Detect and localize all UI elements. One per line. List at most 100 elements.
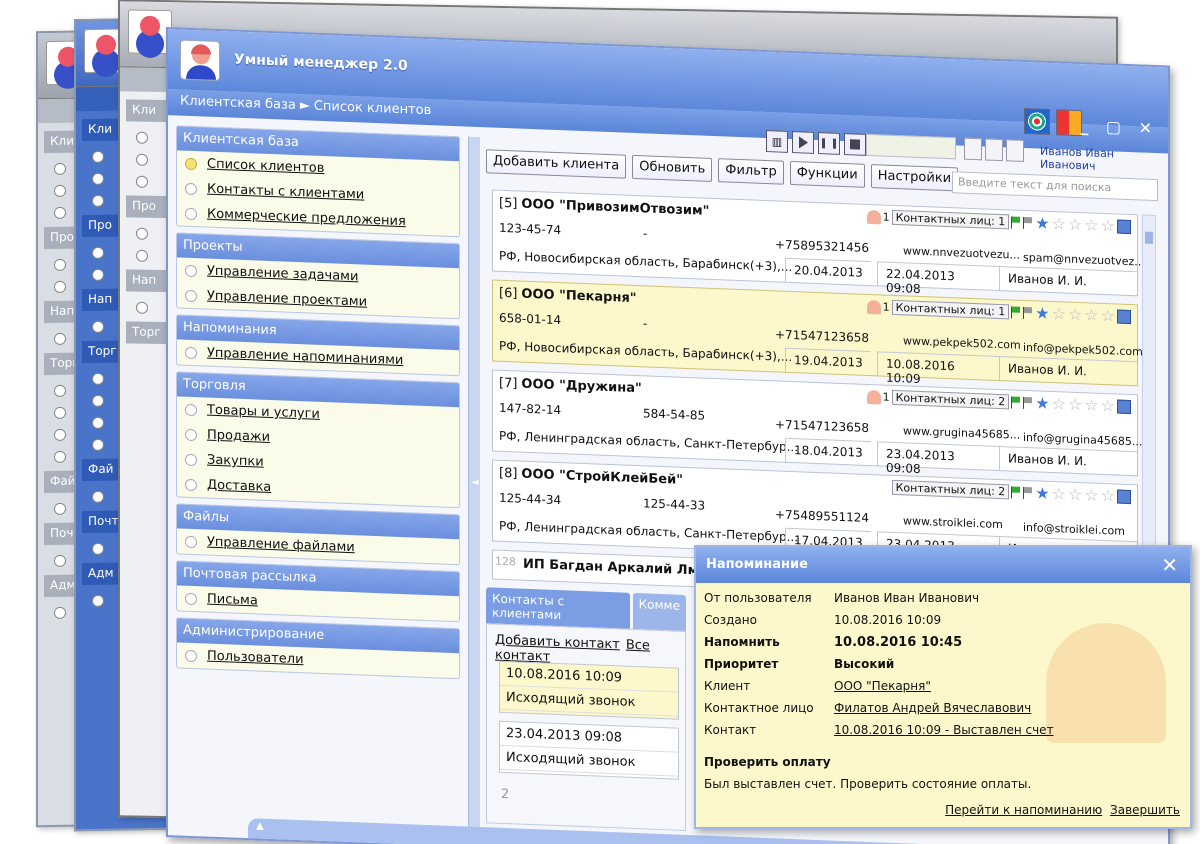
flag-icon[interactable] — [1023, 216, 1034, 229]
settings-button[interactable]: Настройки — [870, 164, 959, 192]
star-icon[interactable]: ★ — [1035, 303, 1049, 323]
edit-icon[interactable] — [1117, 399, 1131, 414]
contact-link[interactable]: 10.08.2016 10:09 - Выставлен счет — [834, 723, 1054, 737]
client-card-selected[interactable]: [6] ООО "Пекарня" 1 Контактных лиц: 1 ★ ☆ ☆… — [492, 279, 1143, 387]
star-icon[interactable]: ☆ — [1101, 485, 1115, 505]
phone: 123-45-74 — [499, 220, 562, 238]
star-icon[interactable]: ☆ — [1068, 214, 1082, 234]
flag-icon[interactable] — [1023, 396, 1034, 409]
client-card[interactable]: [5] ООО "ПривозимОтвозим" 1 Контактных ли… — [492, 189, 1145, 297]
field-label: Контактное лицо — [704, 701, 814, 715]
contact-person-link[interactable]: Филатов Андрей Вячеславович — [834, 701, 1031, 715]
star-icon[interactable]: ★ — [1035, 393, 1049, 413]
reminder-popup: Напоминание ✕ От пользователя Иванов Ива… — [694, 545, 1192, 829]
breadcrumb-current: Список клиентов — [313, 98, 432, 119]
edit-icon[interactable] — [1117, 219, 1131, 234]
star-icon[interactable]: ★ — [1035, 483, 1049, 503]
flag-icon[interactable] — [1011, 305, 1022, 319]
go-to-reminder-link[interactable]: Перейти к напоминанию — [945, 803, 1102, 817]
star-icon[interactable]: ☆ — [1052, 394, 1066, 414]
phone: 125-44-34 — [499, 490, 562, 508]
reminder-bell-icon — [866, 299, 881, 314]
created-date: 20.04.2013 — [785, 257, 871, 286]
star-icon[interactable]: ☆ — [1084, 305, 1098, 325]
pause-icon[interactable] — [818, 132, 840, 155]
contacts-count[interactable]: Контактных лиц: 2 — [891, 479, 1010, 500]
calendar-icon[interactable]: ▥ — [766, 130, 788, 153]
sidebar-section-reminders: Напоминания Управление напоминаниями — [176, 314, 460, 377]
client-link[interactable]: ООО "Пекарня" — [834, 679, 931, 693]
flag-icon[interactable] — [1023, 486, 1034, 499]
edit-icon[interactable] — [1117, 489, 1131, 504]
bell-icon[interactable] — [985, 138, 1003, 162]
phone: 125-44-33 — [643, 496, 706, 513]
modules-icon[interactable] — [1056, 109, 1082, 137]
star-icon[interactable]: ☆ — [1101, 215, 1115, 235]
manager: Иванов И. И. — [999, 266, 1137, 296]
radio-icon — [185, 289, 197, 302]
star-icon[interactable]: ☆ — [1084, 485, 1098, 505]
flag-icon[interactable] — [1011, 485, 1022, 499]
last-contact-date: 10.08.2016 10:09 — [877, 351, 999, 386]
filter-button[interactable]: Фильтр — [718, 158, 784, 185]
sidebar-section-mailing: Почтовая рассылка Письма — [176, 560, 460, 623]
manager: Иванов И. И. — [999, 356, 1137, 386]
star-icon[interactable]: ☆ — [1052, 214, 1066, 234]
star-icon[interactable]: ☆ — [1101, 395, 1115, 415]
contacts-count[interactable]: Контактных лиц: 1 — [891, 209, 1010, 230]
field-value: 10.08.2016 10:09 — [834, 613, 942, 627]
play-icon[interactable] — [792, 131, 814, 154]
tab-client-contacts[interactable]: Контакты с клиентами — [486, 587, 630, 629]
tab-offers[interactable]: Комме — [632, 592, 686, 631]
clients-count: 128 — [495, 554, 516, 569]
collapse-arrow-icon[interactable]: ◄ — [471, 477, 479, 488]
sidebar: Клиентская база Список клиентов Контакты… — [176, 125, 460, 836]
star-icon[interactable]: ☆ — [1068, 394, 1082, 414]
client-card[interactable]: [7] ООО "Дружина" 1 Контактных лиц: 2 ★ ☆ ☆… — [492, 369, 1142, 477]
timer-field[interactable] — [866, 133, 956, 160]
edit-icon[interactable] — [1117, 309, 1131, 324]
close-icon[interactable]: ✕ — [1161, 553, 1178, 577]
popup-actions: Перейти к напоминанию Завершить — [941, 803, 1180, 817]
refresh-button[interactable]: Обновить — [632, 154, 713, 182]
functions-button[interactable]: Функции — [789, 160, 865, 188]
star-icon[interactable]: ☆ — [1052, 484, 1066, 504]
radio-icon — [185, 478, 197, 491]
popup-title: Напоминание — [706, 557, 808, 572]
contacts-count[interactable]: Контактных лиц: 1 — [891, 299, 1010, 320]
flag-icon[interactable] — [1023, 306, 1034, 319]
window-controls[interactable]: _ ▢ ✕ — [1080, 116, 1158, 138]
address: РФ, Ленинградская область, Санкт-Петербу… — [499, 428, 799, 455]
target-icon[interactable] — [1024, 107, 1050, 135]
star-icon[interactable]: ☆ — [1052, 304, 1066, 324]
expand-arrow-icon[interactable]: ▲ — [256, 820, 264, 831]
page-number[interactable]: 2 — [501, 787, 509, 802]
manager: Иванов И. И. — [999, 446, 1137, 476]
breadcrumb-root[interactable]: Клиентская база — [180, 94, 296, 113]
add-icon[interactable] — [964, 137, 982, 161]
sidebar-splitter[interactable]: ◄ — [468, 136, 480, 838]
phone: +71547123658 — [775, 417, 870, 436]
glass-icon[interactable] — [1006, 139, 1024, 162]
client-list-scrollbar[interactable] — [1142, 214, 1156, 600]
star-icon[interactable]: ☆ — [1068, 304, 1082, 324]
stop-icon[interactable] — [844, 133, 866, 156]
sidebar-section-projects: Проекты Управление задачами Управление п… — [176, 232, 460, 320]
contact-entry[interactable]: 10.08.2016 10:09 Исходящий звонок — [499, 660, 679, 720]
star-icon[interactable]: ☆ — [1084, 395, 1098, 415]
flag-icon[interactable] — [1011, 215, 1022, 229]
star-icon[interactable]: ☆ — [1068, 484, 1082, 504]
star-icon[interactable]: ★ — [1035, 213, 1049, 233]
add-client-button[interactable]: Добавить клиента — [486, 149, 627, 179]
contact-entry[interactable]: 23.04.2013 09:08 Исходящий звонок — [499, 720, 679, 780]
radio-icon — [185, 453, 197, 466]
complete-link[interactable]: Завершить — [1110, 803, 1180, 817]
phone: +75489551124 — [775, 507, 870, 526]
contacts-count[interactable]: Контактных лиц: 2 — [891, 389, 1010, 410]
flag-icon[interactable] — [1011, 395, 1022, 409]
star-icon[interactable]: ☆ — [1101, 305, 1115, 325]
search-input[interactable]: Введите текст для поиска — [952, 171, 1158, 202]
screen: Кли Про Нап Торг Фай Почт Адм Кли Про На… — [0, 0, 1200, 844]
client-rating: Контактных лиц: 2 ★ ☆ ☆ ☆ ☆ — [891, 479, 1131, 505]
star-icon[interactable]: ☆ — [1084, 215, 1098, 235]
